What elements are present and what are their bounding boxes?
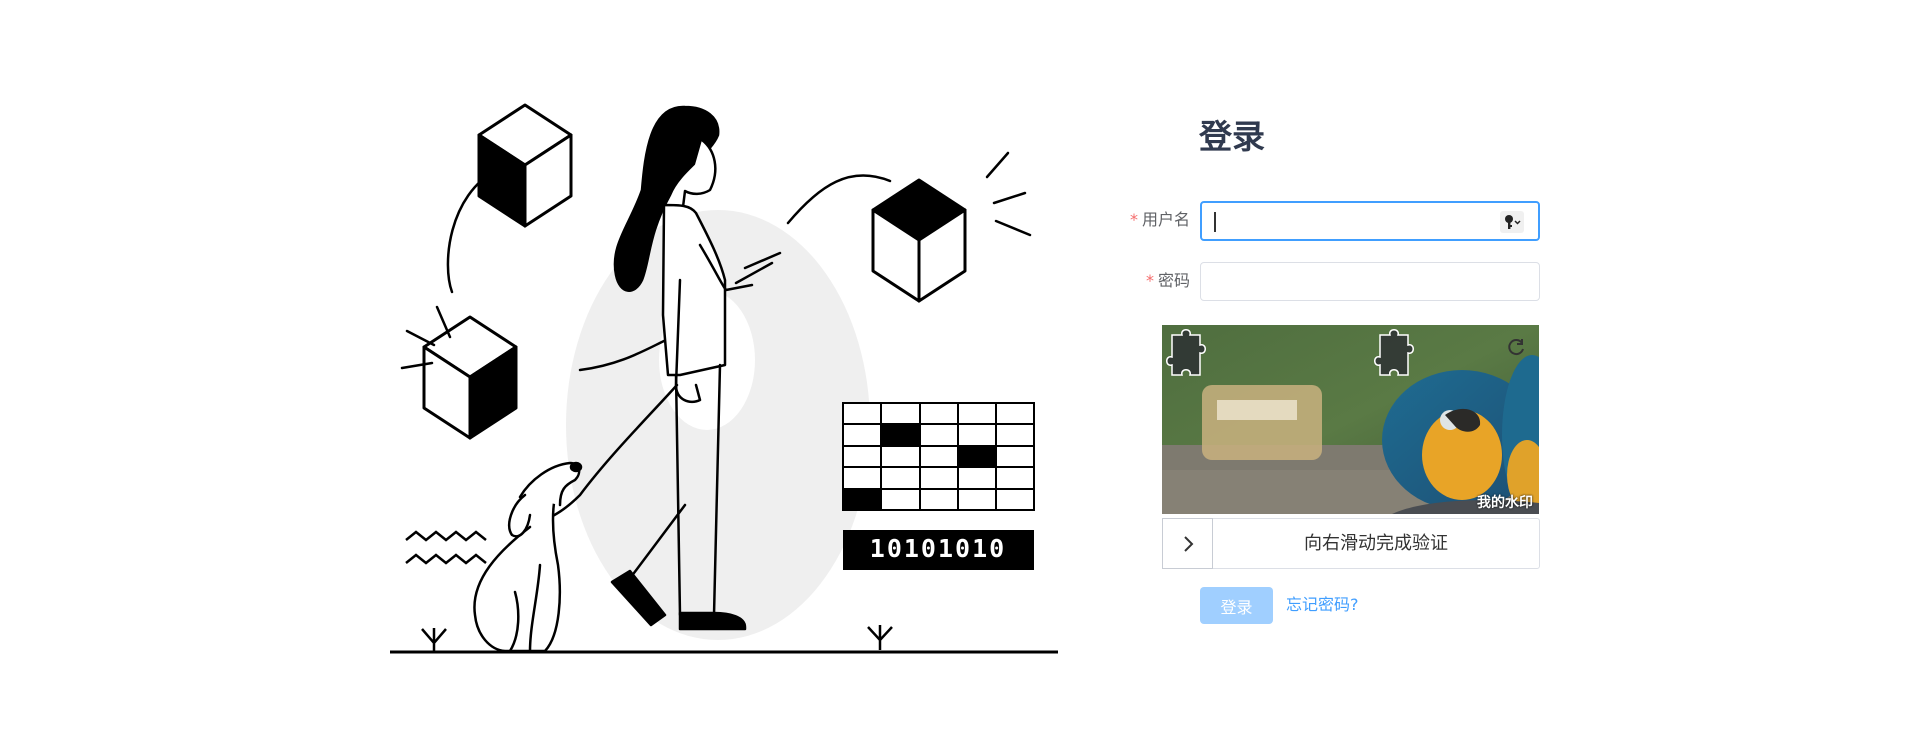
cube-right	[871, 178, 967, 303]
username-label-text: 用户名	[1141, 210, 1190, 229]
grass-left	[421, 628, 447, 652]
puzzle-piece-icon	[1166, 329, 1206, 376]
slider-text: 向右滑动完成验证	[1304, 533, 1448, 554]
captcha-watermark: 我的水印	[1477, 495, 1533, 511]
grass-right	[867, 625, 893, 650]
refresh-icon[interactable]	[1507, 337, 1527, 357]
login-page: 10101010 登录 * 用户名 * 密码 我的水印 向右滑动完成验证 登录 …	[0, 0, 1916, 736]
key-icon[interactable]	[1500, 211, 1524, 233]
captcha-image: 我的水印	[1162, 325, 1539, 514]
grid-table	[842, 402, 1035, 511]
username-label: * 用户名	[1118, 209, 1190, 231]
password-label-text: 密码	[1157, 271, 1190, 290]
login-illustration: 10101010	[390, 103, 1058, 654]
login-title: 登录	[1199, 117, 1265, 156]
zigzag-lines	[405, 530, 487, 565]
cube-left	[422, 315, 518, 440]
text-caret	[1214, 212, 1216, 232]
slider-handle[interactable]	[1162, 518, 1213, 569]
password-label: * 密码	[1118, 270, 1190, 292]
username-input[interactable]	[1200, 201, 1540, 241]
forgot-password-link[interactable]: 忘记密码?	[1286, 594, 1359, 616]
binary-label: 10101010	[870, 534, 1006, 563]
required-mark: *	[1129, 210, 1138, 229]
dog-figure	[473, 461, 583, 653]
puzzle-piece-icon	[1374, 329, 1414, 376]
login-button[interactable]: 登录	[1200, 587, 1273, 624]
required-mark: *	[1145, 271, 1154, 290]
password-input[interactable]	[1200, 262, 1540, 301]
cube-top	[477, 103, 573, 228]
captcha-slider[interactable]: 向右滑动完成验证	[1162, 518, 1540, 569]
chevron-right-icon	[1183, 535, 1193, 552]
